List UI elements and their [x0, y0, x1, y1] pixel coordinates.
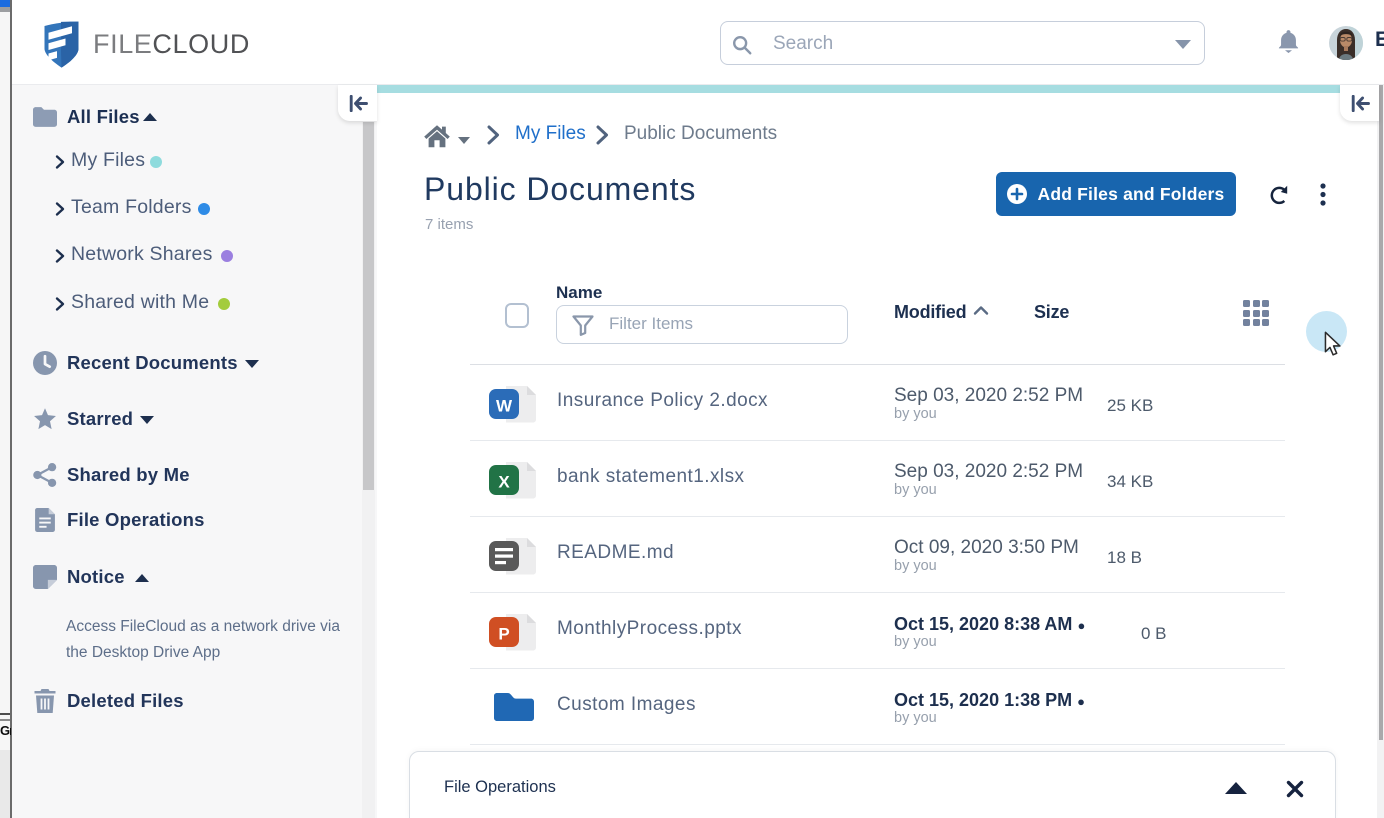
svg-text:X: X [498, 473, 510, 492]
svg-text:P: P [498, 625, 509, 644]
svg-text:W: W [496, 397, 513, 416]
